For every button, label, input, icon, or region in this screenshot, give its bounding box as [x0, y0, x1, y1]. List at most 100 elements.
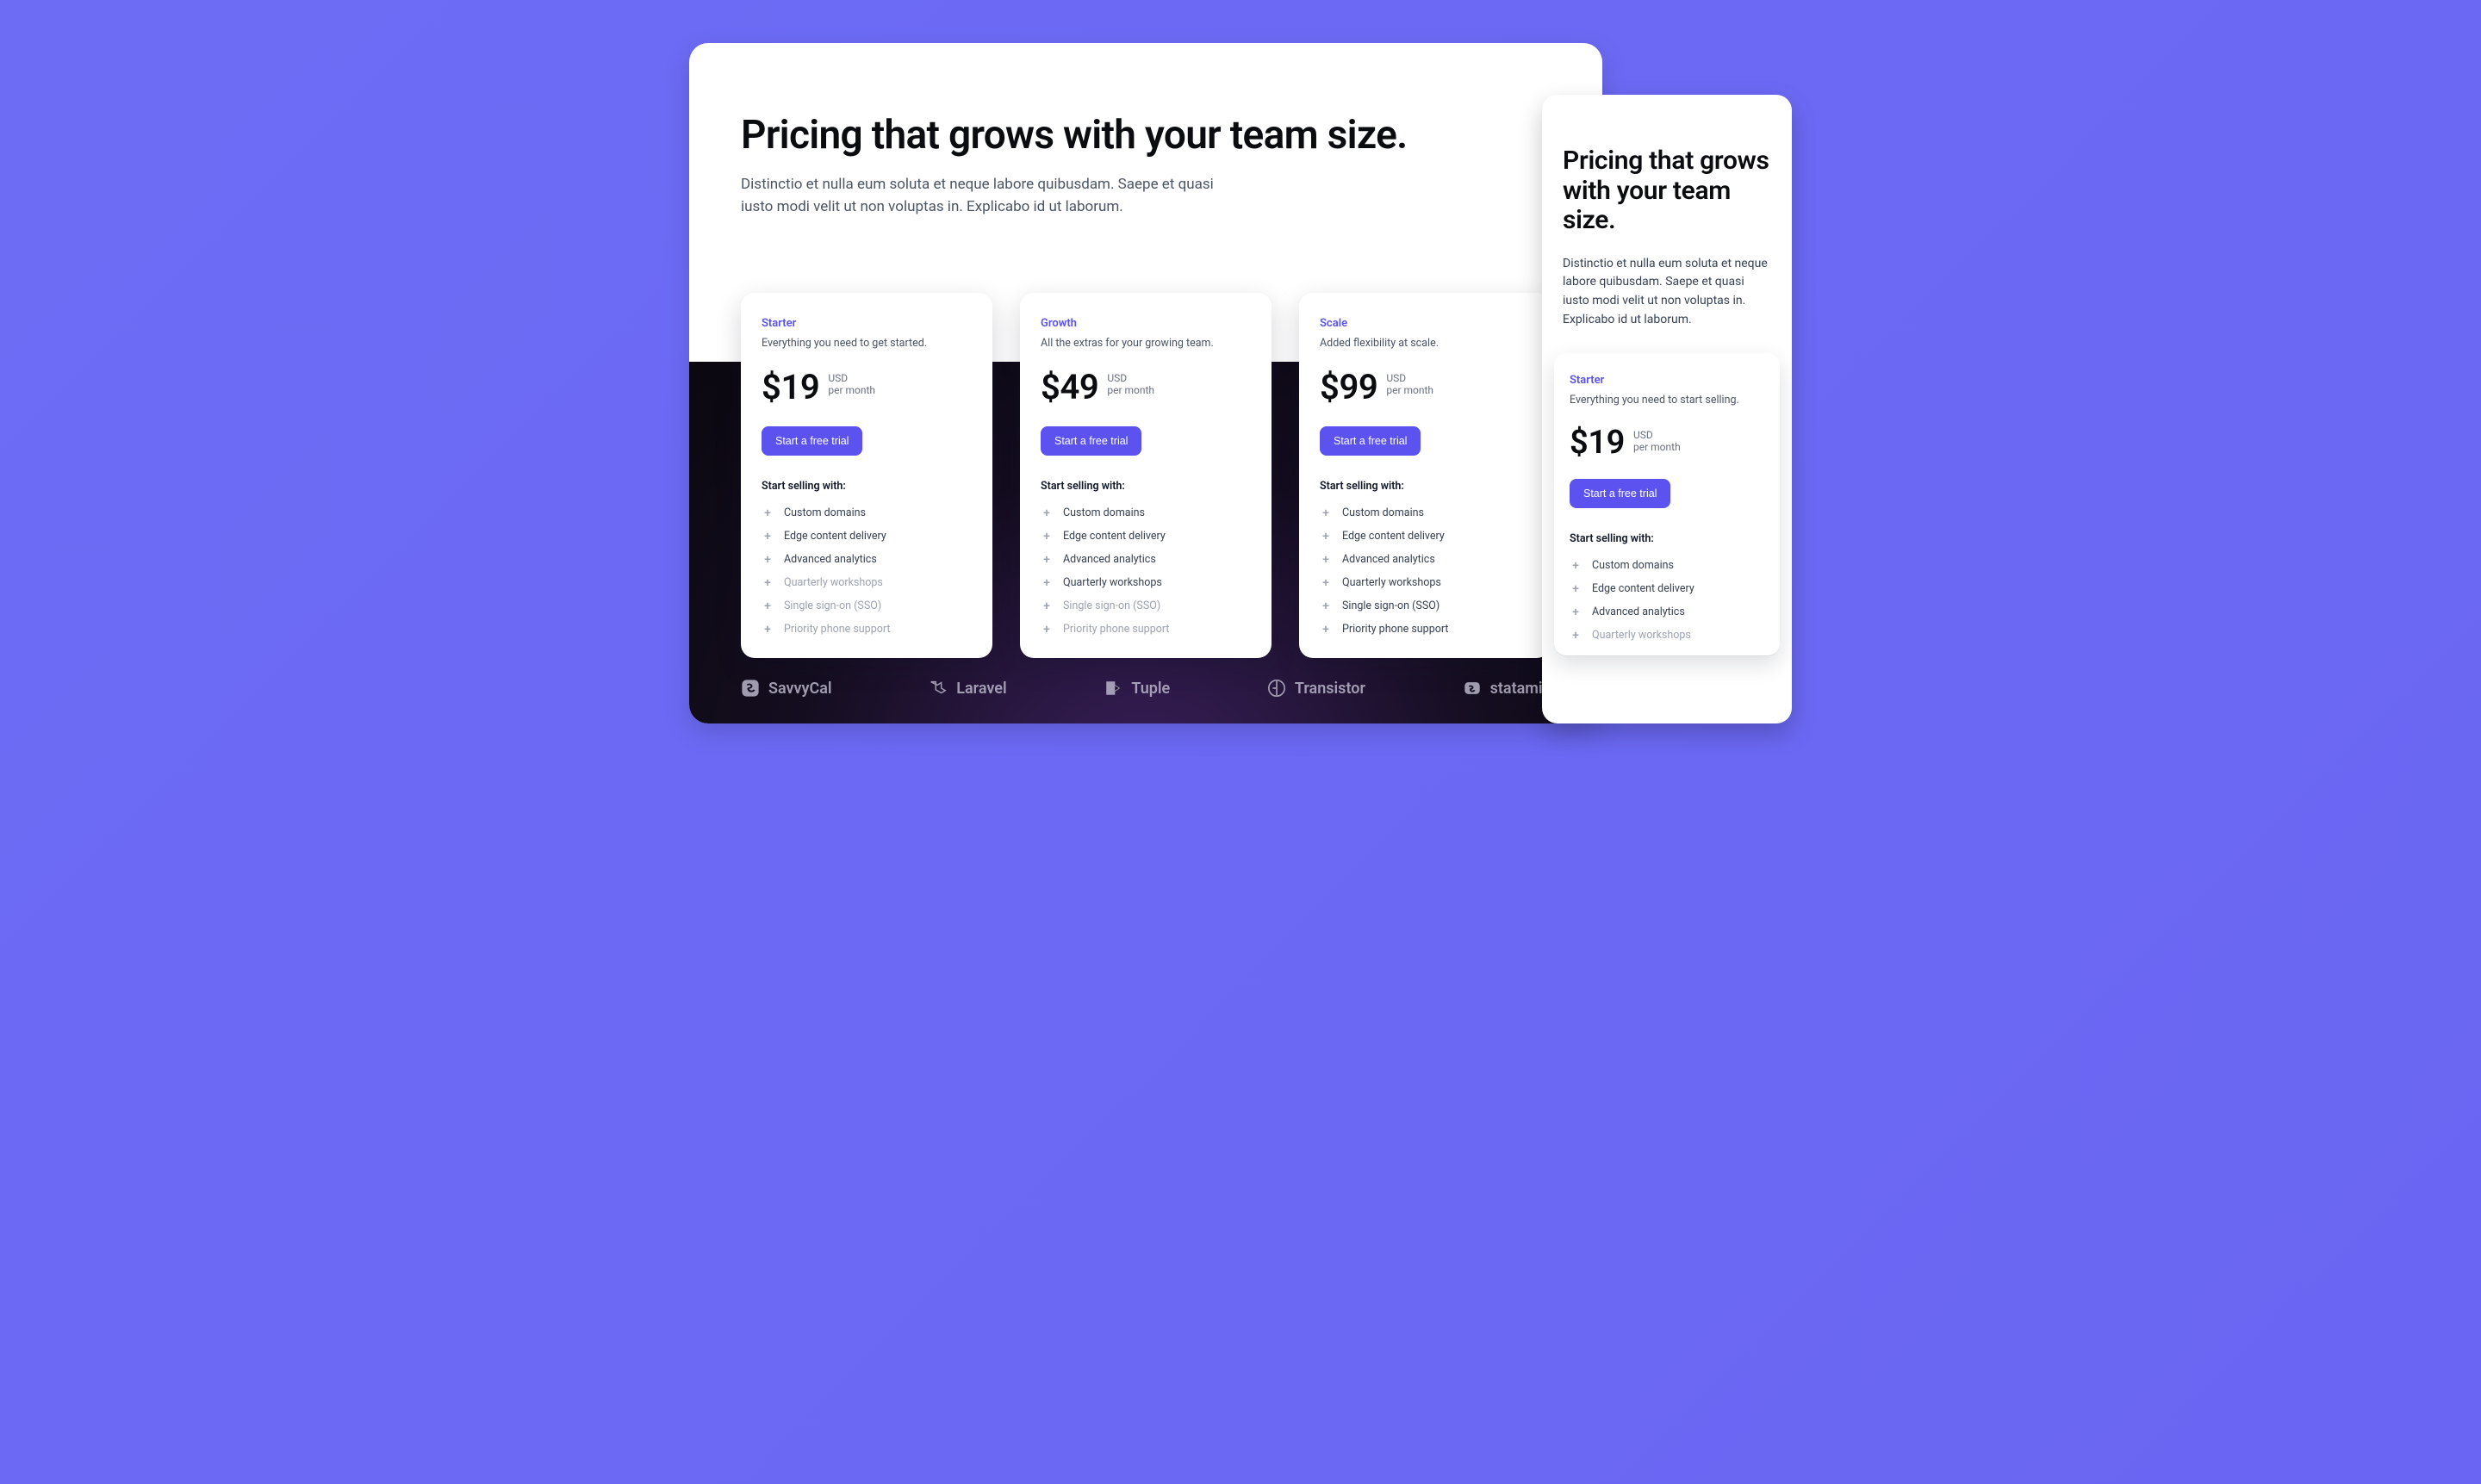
mobile-page-subtitle: Distinctio et nulla eum soluta et neque …: [1563, 255, 1771, 330]
mobile-feature-label: Edge content delivery: [1592, 582, 1694, 595]
brand-logo: statamic: [1463, 679, 1551, 698]
plus-icon: +: [1320, 531, 1332, 543]
plan-currency: USD: [828, 372, 875, 384]
brand-logo-label: Transistor: [1295, 680, 1365, 698]
mobile-feature-item: + Custom domains: [1570, 554, 1764, 577]
mobile-plan-card: Starter Everything you need to start sel…: [1554, 353, 1780, 655]
brand-logo-icon: [1463, 679, 1482, 698]
plan-name: Starter: [762, 317, 972, 330]
mobile-price: $19: [1570, 424, 1625, 462]
feature-label: Single sign-on (SSO): [784, 599, 881, 612]
feature-label: Quarterly workshops: [784, 576, 883, 589]
plus-icon: +: [1041, 624, 1053, 636]
feature-label: Single sign-on (SSO): [1342, 599, 1439, 612]
plus-icon: +: [1320, 507, 1332, 519]
price-row: $19 USD per month: [762, 367, 972, 407]
page-title: Pricing that grows with your team size.: [741, 112, 1551, 158]
desktop-header: Pricing that grows with your team size. …: [689, 43, 1602, 218]
price-row: $99 USD per month: [1320, 367, 1530, 407]
mobile-feature-label: Quarterly workshops: [1592, 629, 1691, 642]
feature-item: + Edge content delivery: [1041, 525, 1251, 548]
mobile-price-row: $19 USD per month: [1570, 424, 1764, 462]
brand-logo: Laravel: [929, 679, 1006, 698]
feature-item: + Custom domains: [1041, 501, 1251, 525]
price-meta: USD per month: [828, 367, 875, 396]
feature-item: + Single sign-on (SSO): [762, 594, 972, 618]
plan-currency: USD: [1386, 372, 1433, 384]
feature-item: + Custom domains: [1320, 501, 1530, 525]
features-list: + Custom domains + Edge content delivery…: [762, 501, 972, 641]
brand-logo-label: SavvyCal: [768, 680, 832, 698]
feature-label: Advanced analytics: [1063, 553, 1156, 566]
mobile-feature-item: + Advanced analytics: [1570, 600, 1764, 624]
mobile-header: Pricing that grows with your team size. …: [1542, 95, 1792, 329]
feature-label: Custom domains: [784, 506, 866, 519]
feature-item: + Edge content delivery: [762, 525, 972, 548]
stage: Pricing that grows with your team size. …: [620, 0, 1861, 723]
plus-icon: +: [1041, 531, 1053, 543]
logo-row: SavvyCal Laravel Tuple Transistor statam…: [741, 679, 1551, 698]
feature-item: + Advanced analytics: [1320, 548, 1530, 571]
brand-logo-icon: [741, 679, 760, 698]
price-meta: USD per month: [1107, 367, 1154, 396]
feature-label: Edge content delivery: [1063, 530, 1166, 543]
feature-item: + Edge content delivery: [1320, 525, 1530, 548]
mobile-cta-button[interactable]: Start a free trial: [1570, 479, 1670, 508]
feature-label: Quarterly workshops: [1063, 576, 1162, 589]
plus-icon: +: [1041, 600, 1053, 612]
plus-icon: +: [762, 600, 774, 612]
plan-desc: Added flexibility at scale.: [1320, 337, 1530, 350]
brand-logo-icon: [929, 679, 948, 698]
plus-icon: +: [1320, 554, 1332, 566]
price-row: $49 USD per month: [1041, 367, 1251, 407]
price-meta: USD per month: [1386, 367, 1433, 396]
plan-currency: USD: [1107, 372, 1154, 384]
plus-icon: +: [1320, 600, 1332, 612]
plus-icon: +: [762, 531, 774, 543]
features-heading: Start selling with:: [1320, 480, 1530, 493]
cta-button[interactable]: Start a free trial: [762, 426, 862, 456]
mobile-panel: Pricing that grows with your team size. …: [1542, 95, 1792, 723]
plan-period: per month: [1386, 384, 1433, 396]
plan-price: $19: [762, 367, 819, 407]
plus-icon: +: [1041, 507, 1053, 519]
plus-icon: +: [1570, 606, 1582, 618]
feature-item: + Quarterly workshops: [1041, 571, 1251, 594]
cta-button[interactable]: Start a free trial: [1320, 426, 1421, 456]
feature-item: + Quarterly workshops: [1320, 571, 1530, 594]
mobile-page-title: Pricing that grows with your team size.: [1563, 146, 1771, 236]
features-heading: Start selling with:: [1041, 480, 1251, 493]
feature-label: Priority phone support: [1063, 623, 1169, 636]
plus-icon: +: [1570, 630, 1582, 642]
plan-period: per month: [828, 384, 875, 396]
plus-icon: +: [1320, 624, 1332, 636]
plan-price: $99: [1320, 367, 1377, 407]
plan-name: Growth: [1041, 317, 1251, 330]
feature-label: Edge content delivery: [1342, 530, 1445, 543]
plus-icon: +: [1570, 560, 1582, 572]
mobile-currency: USD: [1633, 429, 1681, 441]
plan-period: per month: [1107, 384, 1154, 396]
mobile-plan-desc: Everything you need to start selling.: [1570, 394, 1764, 407]
plus-icon: +: [762, 624, 774, 636]
mobile-features-heading: Start selling with:: [1570, 532, 1764, 545]
plus-icon: +: [1041, 554, 1053, 566]
mobile-price-meta: USD per month: [1633, 424, 1681, 453]
features-heading: Start selling with:: [762, 480, 972, 493]
feature-item: + Custom domains: [762, 501, 972, 525]
feature-label: Advanced analytics: [1342, 553, 1435, 566]
plan-desc: Everything you need to get started.: [762, 337, 972, 350]
brand-logo-label: Tuple: [1131, 680, 1170, 698]
brand-logo: Tuple: [1104, 679, 1170, 698]
plus-icon: +: [1041, 577, 1053, 589]
feature-label: Quarterly workshops: [1342, 576, 1441, 589]
mobile-plan-name: Starter: [1570, 374, 1764, 387]
feature-label: Custom domains: [1063, 506, 1145, 519]
cta-button[interactable]: Start a free trial: [1041, 426, 1141, 456]
plan-name: Scale: [1320, 317, 1530, 330]
feature-label: Priority phone support: [1342, 623, 1448, 636]
feature-item: + Single sign-on (SSO): [1041, 594, 1251, 618]
plan-card: Starter Everything you need to get start…: [741, 293, 992, 658]
plus-icon: +: [762, 577, 774, 589]
mobile-feature-label: Advanced analytics: [1592, 605, 1685, 618]
